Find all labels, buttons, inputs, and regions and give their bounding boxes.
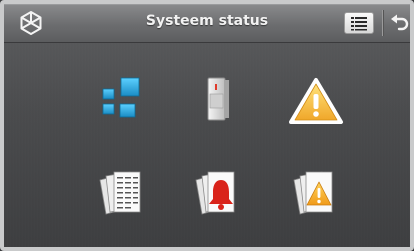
screen: Systeem status — [0, 0, 414, 251]
door-detector-icon — [207, 77, 229, 121]
tile-zones[interactable] — [92, 74, 152, 126]
alarm-log-icon — [195, 171, 235, 215]
tile-detector[interactable] — [188, 74, 248, 126]
header-divider — [382, 10, 383, 36]
tile-event-log[interactable] — [92, 166, 152, 218]
back-arrow-icon[interactable] — [390, 13, 410, 33]
top-bar: Systeem status — [4, 4, 410, 43]
fault-log-icon — [293, 171, 333, 215]
warning-icon — [289, 78, 343, 124]
event-log-icon — [99, 171, 141, 215]
list-icon — [351, 17, 367, 31]
tile-alarm-log[interactable] — [188, 166, 248, 218]
zones-icon — [102, 77, 140, 118]
tile-warnings[interactable] — [286, 74, 346, 126]
list-button[interactable] — [344, 12, 374, 34]
tile-fault-log[interactable] — [286, 166, 346, 218]
